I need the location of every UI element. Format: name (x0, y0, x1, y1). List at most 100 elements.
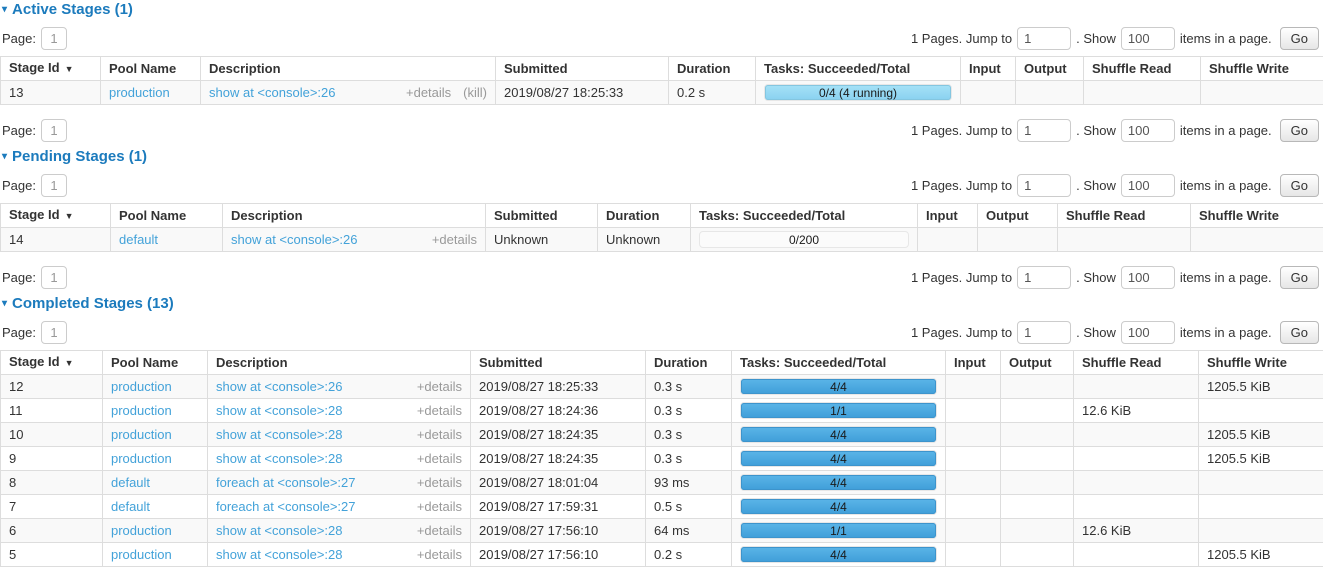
col-header-output[interactable]: Output (1016, 57, 1084, 81)
pool-name-link[interactable]: default (119, 232, 158, 247)
col-header-tasks-succeeded-total[interactable]: Tasks: Succeeded/Total (691, 204, 918, 228)
col-header-label: Output (986, 208, 1029, 223)
show-label: . Show (1076, 31, 1116, 46)
col-header-output[interactable]: Output (1001, 351, 1074, 375)
col-header-input[interactable]: Input (918, 204, 978, 228)
col-header-duration[interactable]: Duration (646, 351, 732, 375)
tasks-progress-bar: 4/4 (740, 498, 937, 515)
col-header-input[interactable]: Input (961, 57, 1016, 81)
col-header-duration[interactable]: Duration (669, 57, 756, 81)
details-toggle[interactable]: +details (417, 547, 462, 562)
input-cell (946, 519, 1001, 543)
description-link[interactable]: show at <console>:28 (216, 427, 405, 442)
show-count-input[interactable] (1121, 174, 1175, 197)
details-toggle[interactable]: +details (406, 85, 451, 100)
col-header-shuffle-read[interactable]: Shuffle Read (1084, 57, 1201, 81)
page-number-input[interactable] (41, 119, 67, 142)
col-header-stage-id[interactable]: Stage Id▼ (1, 204, 111, 228)
details-toggle[interactable]: +details (417, 499, 462, 514)
description-link[interactable]: show at <console>:28 (216, 523, 405, 538)
pool-name-link[interactable]: production (111, 547, 172, 562)
details-toggle[interactable]: +details (417, 451, 462, 466)
page-number-input[interactable] (41, 321, 67, 344)
go-button[interactable]: Go (1280, 27, 1319, 50)
col-header-pool-name[interactable]: Pool Name (103, 351, 208, 375)
col-header-shuffle-read[interactable]: Shuffle Read (1074, 351, 1199, 375)
page-number-input[interactable] (41, 27, 67, 50)
details-toggle[interactable]: +details (417, 523, 462, 538)
jump-to-input[interactable] (1017, 119, 1071, 142)
pool-name-link[interactable]: production (111, 523, 172, 538)
pool-name-link[interactable]: production (111, 403, 172, 418)
col-header-description[interactable]: Description (208, 351, 471, 375)
col-header-description[interactable]: Description (223, 204, 486, 228)
pages-count-text: 1 Pages. Jump to (911, 31, 1012, 46)
kill-link[interactable]: (kill) (463, 85, 487, 100)
pool-name-link[interactable]: production (111, 427, 172, 442)
input-cell (946, 447, 1001, 471)
table-header-row: Stage Id▼Pool NameDescriptionSubmittedDu… (1, 57, 1323, 81)
details-toggle[interactable]: +details (417, 379, 462, 394)
show-count-input[interactable] (1121, 266, 1175, 289)
details-toggle[interactable]: +details (417, 427, 462, 442)
duration-cell: 0.3 s (646, 423, 732, 447)
col-header-submitted[interactable]: Submitted (486, 204, 598, 228)
details-toggle[interactable]: +details (417, 475, 462, 490)
tasks-progress-cell: 0/200 (691, 228, 918, 252)
description-link[interactable]: show at <console>:26 (216, 379, 405, 394)
description-link[interactable]: show at <console>:26 (209, 85, 394, 100)
col-header-tasks-succeeded-total[interactable]: Tasks: Succeeded/Total (732, 351, 946, 375)
col-header-submitted[interactable]: Submitted (471, 351, 646, 375)
output-cell (1001, 447, 1074, 471)
pagination-right: 1 Pages. Jump to . Show items in a page.… (911, 119, 1319, 142)
col-header-pool-name[interactable]: Pool Name (101, 57, 201, 81)
page-number-input[interactable] (41, 174, 67, 197)
description-link[interactable]: show at <console>:26 (231, 232, 420, 247)
active-stages-header[interactable]: ▾ Active Stages (1) (2, 1, 1323, 18)
go-button[interactable]: Go (1280, 266, 1319, 289)
pool-name-link[interactable]: default (111, 499, 150, 514)
go-button[interactable]: Go (1280, 321, 1319, 344)
description-link[interactable]: foreach at <console>:27 (216, 475, 405, 490)
tasks-progress-bar: 1/1 (740, 402, 937, 419)
pool-name-link[interactable]: production (111, 451, 172, 466)
description-link[interactable]: foreach at <console>:27 (216, 499, 405, 514)
details-toggle[interactable]: +details (417, 403, 462, 418)
show-count-input[interactable] (1121, 27, 1175, 50)
pool-name-link[interactable]: production (111, 379, 172, 394)
col-header-submitted[interactable]: Submitted (496, 57, 669, 81)
jump-to-input[interactable] (1017, 174, 1071, 197)
page-number-input[interactable] (41, 266, 67, 289)
description-link[interactable]: show at <console>:28 (216, 547, 405, 562)
go-button[interactable]: Go (1280, 174, 1319, 197)
col-header-pool-name[interactable]: Pool Name (111, 204, 223, 228)
shuffle-read-cell (1074, 543, 1199, 567)
col-header-stage-id[interactable]: Stage Id▼ (1, 351, 103, 375)
completed-stages-header[interactable]: ▾ Completed Stages (13) (2, 295, 1323, 312)
col-header-duration[interactable]: Duration (598, 204, 691, 228)
col-header-tasks-succeeded-total[interactable]: Tasks: Succeeded/Total (756, 57, 961, 81)
jump-to-input[interactable] (1017, 321, 1071, 344)
shuffle-read-cell (1074, 423, 1199, 447)
completed-stages-section: ▾ Completed Stages (13) Page: 1 Pages. J… (0, 295, 1323, 567)
pool-name-link[interactable]: default (111, 475, 150, 490)
col-header-input[interactable]: Input (946, 351, 1001, 375)
details-toggle[interactable]: +details (432, 232, 477, 247)
jump-to-input[interactable] (1017, 27, 1071, 50)
col-header-description[interactable]: Description (201, 57, 496, 81)
description-link[interactable]: show at <console>:28 (216, 451, 405, 466)
col-header-shuffle-write[interactable]: Shuffle Write (1201, 57, 1323, 81)
stage-id-cell: 10 (1, 423, 103, 447)
col-header-output[interactable]: Output (978, 204, 1058, 228)
col-header-stage-id[interactable]: Stage Id▼ (1, 57, 101, 81)
pending-stages-header[interactable]: ▾ Pending Stages (1) (2, 148, 1323, 165)
show-count-input[interactable] (1121, 119, 1175, 142)
show-count-input[interactable] (1121, 321, 1175, 344)
col-header-shuffle-write[interactable]: Shuffle Write (1191, 204, 1323, 228)
description-link[interactable]: show at <console>:28 (216, 403, 405, 418)
go-button[interactable]: Go (1280, 119, 1319, 142)
col-header-shuffle-read[interactable]: Shuffle Read (1058, 204, 1191, 228)
jump-to-input[interactable] (1017, 266, 1071, 289)
col-header-shuffle-write[interactable]: Shuffle Write (1199, 351, 1323, 375)
pool-name-link[interactable]: production (109, 85, 170, 100)
